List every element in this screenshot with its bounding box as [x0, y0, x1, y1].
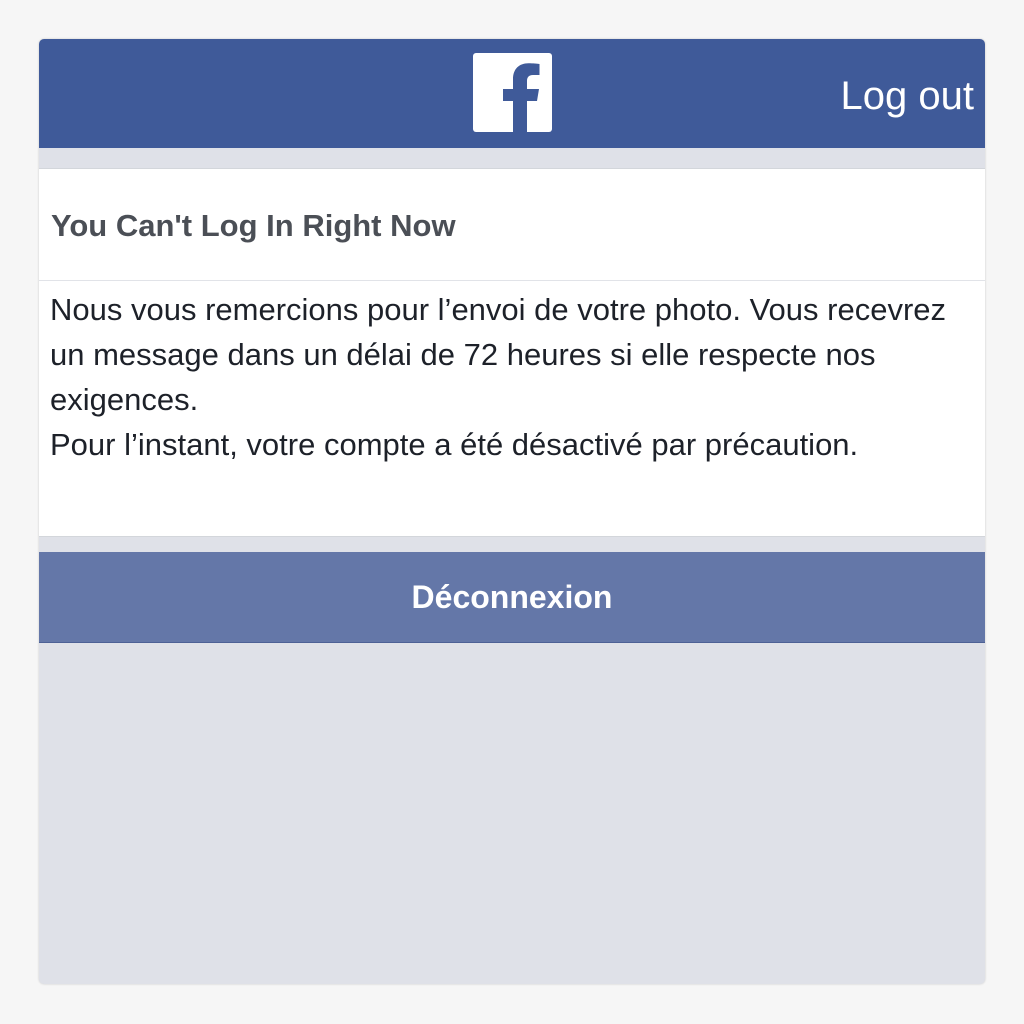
section-separator	[39, 148, 985, 168]
notice-paragraph: Nous vous remercions pour l’envoi de vot…	[50, 292, 947, 417]
top-navigation-bar: Log out	[39, 39, 985, 148]
app-window: Log out You Can't Log In Right Now Nous …	[39, 39, 985, 984]
notice-body: Nous vous remercions pour l’envoi de vot…	[50, 287, 970, 467]
facebook-f-icon	[473, 53, 552, 132]
notice-paragraph: Pour l’instant, votre compte a été désac…	[50, 427, 859, 462]
notice-title: You Can't Log In Right Now	[51, 208, 456, 243]
title-divider	[39, 280, 985, 281]
logout-link[interactable]: Log out	[841, 72, 974, 120]
notice-card: You Can't Log In Right Now Nous vous rem…	[39, 168, 985, 537]
deconnexion-button[interactable]: Déconnexion	[39, 552, 985, 643]
